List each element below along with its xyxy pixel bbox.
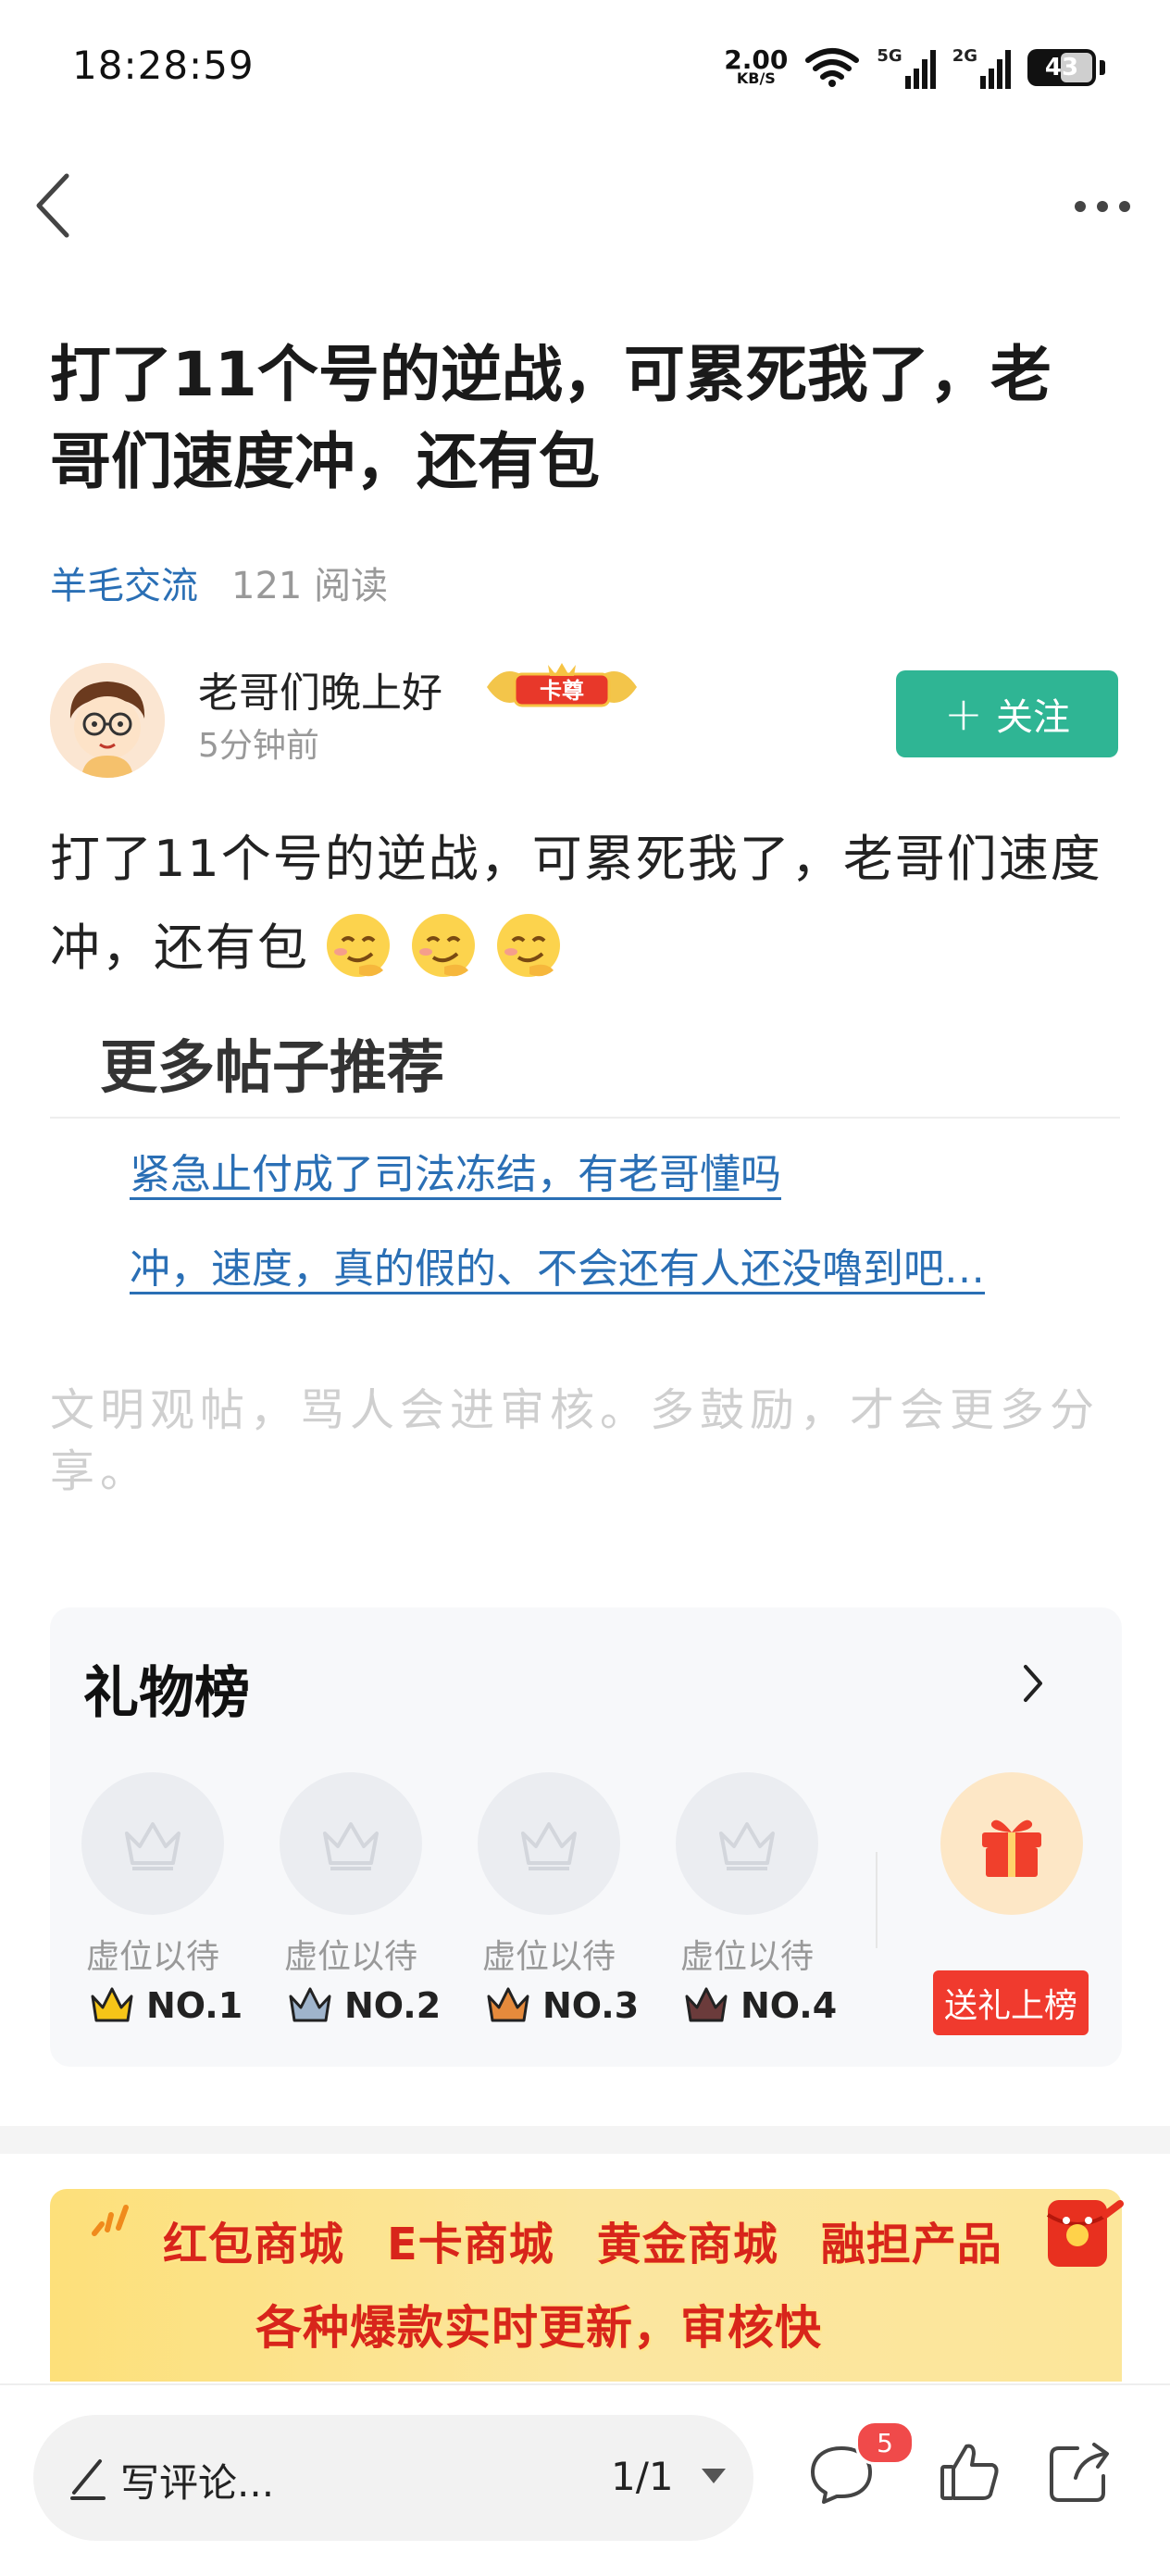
caret-down-icon[interactable] bbox=[700, 2467, 728, 2485]
sparkle-icon bbox=[92, 2205, 129, 2236]
banner-categories: 红包商城 E卡商城 黄金商城 融担产品 bbox=[163, 2219, 1002, 2270]
thumbs-up-icon[interactable] bbox=[935, 2437, 1005, 2507]
follow-button[interactable]: + 关注 bbox=[896, 670, 1118, 757]
author-name[interactable]: 老哥们晚上好 bbox=[198, 659, 442, 719]
gift-slot-placeholder bbox=[280, 1772, 422, 1915]
gift-slot-label: 虚位以待 bbox=[679, 1938, 814, 1976]
crown-outline-icon bbox=[323, 1822, 379, 1870]
chevron-right-icon[interactable] bbox=[1014, 1657, 1052, 1709]
crown-outline-icon bbox=[719, 1822, 775, 1870]
crown-outline-icon bbox=[521, 1822, 577, 1870]
gift-rank: NO.3 bbox=[485, 1985, 639, 2026]
more-posts-title: 更多帖子推荐 bbox=[100, 1033, 445, 1101]
vip-badge-icon: 卡尊 bbox=[487, 663, 637, 707]
category-link[interactable]: 羊毛交流 bbox=[50, 556, 198, 609]
post-time: 5分钟前 bbox=[198, 727, 319, 765]
gift-slot-placeholder bbox=[478, 1772, 620, 1915]
section-divider bbox=[0, 2126, 1170, 2154]
comment-placeholder[interactable]: 写评论... bbox=[120, 2452, 274, 2508]
network-speed: 2.00 KB/S bbox=[724, 44, 789, 87]
divider bbox=[876, 1852, 878, 1948]
svg-text:卡尊: 卡尊 bbox=[540, 678, 584, 704]
post-meta: 羊毛交流 121 阅读 bbox=[50, 556, 388, 609]
crown-icon bbox=[289, 1987, 331, 2022]
battery-icon: 43 bbox=[1027, 49, 1096, 86]
recommended-post-link[interactable]: 冲，速度，真的假的、不会还有人还没嚕到吧… bbox=[130, 1235, 1074, 1294]
signal-5g-icon: 5G bbox=[877, 46, 936, 89]
gift-rank: NO.2 bbox=[287, 1985, 441, 2026]
smirk-emoji-icon bbox=[412, 914, 475, 977]
share-icon[interactable] bbox=[1044, 2437, 1114, 2507]
comment-count-badge: 5 bbox=[855, 2420, 915, 2465]
status-icons: 2.00 KB/S 5G 2G 43 bbox=[724, 44, 1105, 91]
smirk-emoji-icon bbox=[327, 914, 390, 977]
civility-notice: 文明观帖，骂人会进审核。多鼓励，才会更多分享。 bbox=[50, 1384, 1101, 1497]
pen-icon bbox=[70, 2459, 106, 2500]
post-body: 打了11个号的逆战，可累死我了，老哥们速度冲，还有包 bbox=[50, 815, 1124, 993]
crown-outline-icon bbox=[125, 1822, 180, 1870]
crown-icon bbox=[487, 1987, 529, 2022]
more-options-icon[interactable] bbox=[1072, 185, 1133, 228]
read-count: 121 阅读 bbox=[231, 565, 389, 607]
gift-box-icon bbox=[982, 1819, 1041, 1877]
gift-slot-placeholder bbox=[81, 1772, 224, 1915]
wifi-icon bbox=[805, 48, 860, 87]
status-time: 18:28:59 bbox=[72, 43, 255, 88]
post-title: 打了11个号的逆战，可累死我了，老哥们速度冲，还有包 bbox=[50, 339, 1052, 497]
gift-rank: NO.4 bbox=[683, 1985, 837, 2026]
send-gift-button[interactable]: 送礼上榜 bbox=[933, 1970, 1089, 2035]
gift-slot-label: 虚位以待 bbox=[85, 1938, 219, 1976]
gift-board-title: 礼物榜 bbox=[83, 1661, 250, 1726]
gift-slot-label: 虚位以待 bbox=[283, 1938, 417, 1976]
back-arrow-icon[interactable] bbox=[26, 169, 78, 243]
smirk-emoji-icon bbox=[497, 914, 560, 977]
red-envelope-mascot-icon bbox=[1046, 2200, 1124, 2267]
recommended-post-link[interactable]: 紧急止付成了司法冻结，有老哥懂吗 bbox=[130, 1141, 1074, 1200]
author-avatar[interactable] bbox=[50, 663, 165, 778]
banner-tagline: 各种爆款实时更新，审核快 bbox=[255, 2301, 822, 2355]
gift-rank: NO.1 bbox=[89, 1985, 243, 2026]
signal-2g-icon: 2G bbox=[952, 46, 1011, 89]
gift-slot-placeholder bbox=[676, 1772, 818, 1915]
page-indicator[interactable]: 1/1 bbox=[611, 2454, 674, 2499]
divider bbox=[50, 1117, 1120, 1119]
gift-slot-label: 虚位以待 bbox=[481, 1938, 616, 1976]
crown-icon bbox=[685, 1987, 728, 2022]
gift-button[interactable] bbox=[940, 1772, 1083, 1915]
crown-icon bbox=[91, 1987, 133, 2022]
plus-icon: + bbox=[944, 687, 983, 741]
